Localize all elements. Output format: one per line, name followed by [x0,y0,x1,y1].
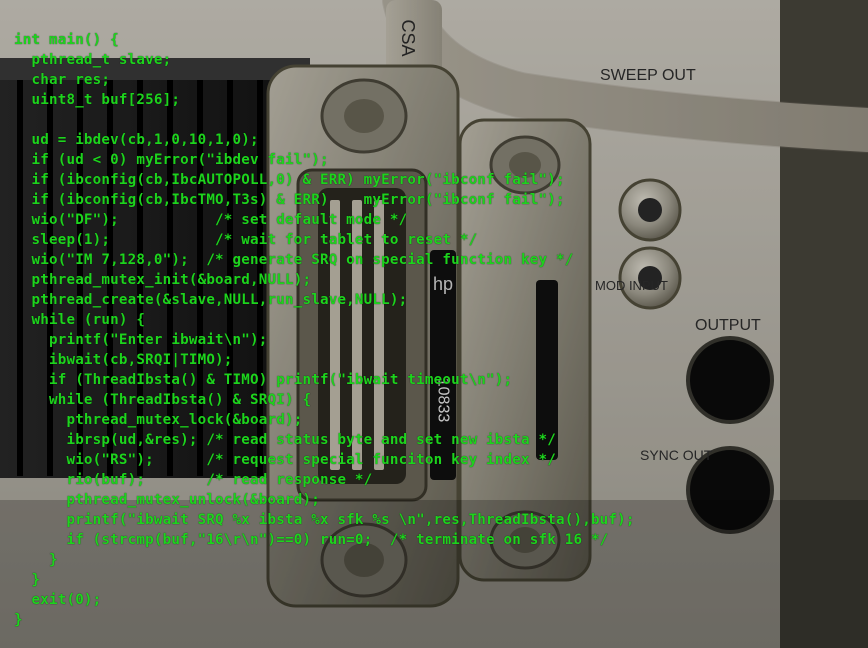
code-overlay: int main() { pthread_t slave; char res; … [14,30,635,630]
